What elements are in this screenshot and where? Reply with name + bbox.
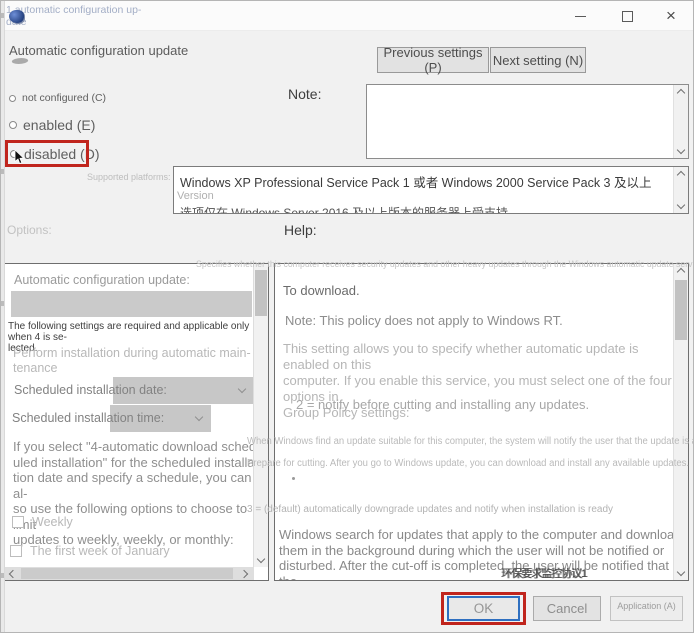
note-scrollbar[interactable]: [673, 85, 688, 158]
highlight-box-ok: [441, 592, 526, 625]
radio-enabled[interactable]: enabled (E): [9, 117, 95, 133]
help-to-download: To download.: [283, 283, 360, 298]
checkbox-first-week[interactable]: The first week of January: [10, 544, 170, 558]
edge-tick: [1, 573, 4, 578]
page-title: Automatic configuration update: [9, 43, 189, 58]
checkbox-label: Weekly: [32, 515, 73, 529]
policy-setting-dialog: 1 automatic configuration up- date × Aut…: [0, 0, 694, 633]
scheduled-time-label: Scheduled installation time:: [12, 411, 165, 425]
maintenance-option-text: Perform installation during automatic ma…: [13, 346, 251, 375]
minimize-icon: [574, 15, 586, 17]
checkbox-label: The first week of January: [30, 544, 170, 558]
help-label: Help:: [284, 222, 317, 238]
options-vertical-scrollbar[interactable]: [253, 264, 268, 567]
edge-tick: [1, 169, 4, 174]
checkbox-icon: [10, 545, 22, 557]
apply-button[interactable]: Application (A): [610, 596, 683, 621]
auto-config-update-dropdown[interactable]: [11, 291, 252, 317]
window-title: 1 automatic configuration up- date: [6, 4, 142, 28]
radio-icon: [9, 94, 16, 102]
supported-scrollbar[interactable]: [673, 167, 688, 213]
scroll-left-icon[interactable]: [8, 569, 18, 579]
supported-platforms-box: Windows XP Professional Service Pack 1 或…: [173, 166, 689, 214]
scrollbar-thumb[interactable]: [255, 270, 267, 316]
left-edge-scroll-strip[interactable]: [1, 1, 5, 632]
app-icon: [9, 10, 24, 23]
options-horizontal-scrollbar[interactable]: [5, 567, 254, 580]
radio-label: not configured (C): [22, 92, 107, 104]
minimize-button[interactable]: [558, 1, 602, 31]
scroll-up-icon[interactable]: [676, 170, 686, 180]
note-label: Note:: [288, 86, 322, 102]
help-vertical-scrollbar[interactable]: [673, 264, 688, 580]
scroll-down-icon[interactable]: [676, 200, 686, 210]
edge-tick: [1, 301, 4, 306]
scroll-up-icon[interactable]: [676, 267, 686, 277]
scroll-right-icon[interactable]: [239, 569, 249, 579]
close-button[interactable]: ×: [649, 1, 693, 31]
garbled-cjk-overlay: 环保要求监控协议1: [501, 568, 587, 580]
artifact-smudge: [10, 58, 30, 64]
cancel-button[interactable]: Cancel: [533, 596, 601, 621]
supported-line-2: Version: [177, 190, 214, 202]
maximize-button[interactable]: [605, 1, 649, 31]
help-panel: To download. Note: This policy does not …: [274, 263, 689, 581]
chevron-down-icon: [237, 384, 247, 394]
mouse-cursor-icon: [14, 150, 25, 165]
schedule-paragraph: If you select "4-automatic download sche…: [13, 439, 261, 547]
note-textarea[interactable]: [366, 84, 689, 159]
radio-icon: [9, 121, 17, 129]
help-search-paragraph: Windows search for updates that apply to…: [279, 527, 682, 581]
maximize-icon: [621, 10, 633, 22]
supported-line-1: Windows XP Professional Service Pack 1 或…: [180, 176, 652, 190]
scroll-down-icon[interactable]: [676, 145, 686, 155]
auto-config-update-label: Automatic configuration update:: [14, 273, 190, 287]
scrollbar-thumb[interactable]: [675, 280, 687, 340]
radio-not-configured[interactable]: not configured (C): [9, 92, 106, 104]
options-label: Options:: [7, 223, 52, 237]
scheduled-date-label: Scheduled installation date:: [14, 383, 167, 397]
scroll-down-icon[interactable]: [256, 554, 266, 564]
previous-settings-button[interactable]: Previous settings (P): [377, 45, 489, 75]
chevron-down-icon: [194, 412, 204, 422]
checkbox-weekly[interactable]: Weekly: [12, 515, 73, 529]
supported-line-3: 选项仅在 Windows Server 2016 及以上版本的服务器上受支持: [180, 206, 509, 214]
scrollbar-thumb[interactable]: [21, 568, 233, 579]
artifact-dot: [292, 477, 295, 480]
checkbox-icon: [12, 516, 24, 528]
edge-tick: [1, 13, 4, 18]
help-note-rt: Note: This policy does not apply to Wind…: [285, 313, 563, 328]
options-panel: Automatic configuration update: The foll…: [4, 263, 269, 581]
scroll-up-icon[interactable]: [676, 88, 686, 98]
radio-label: enabled (E): [23, 117, 96, 133]
supported-platforms-label: Supported platforms:: [87, 172, 171, 182]
next-setting-button[interactable]: Next setting (N): [490, 47, 586, 73]
help-option2: 2 = notify before cutting and installing…: [296, 397, 590, 412]
titlebar: 1 automatic configuration up- date ×: [1, 1, 693, 31]
scroll-down-icon[interactable]: [676, 567, 686, 577]
